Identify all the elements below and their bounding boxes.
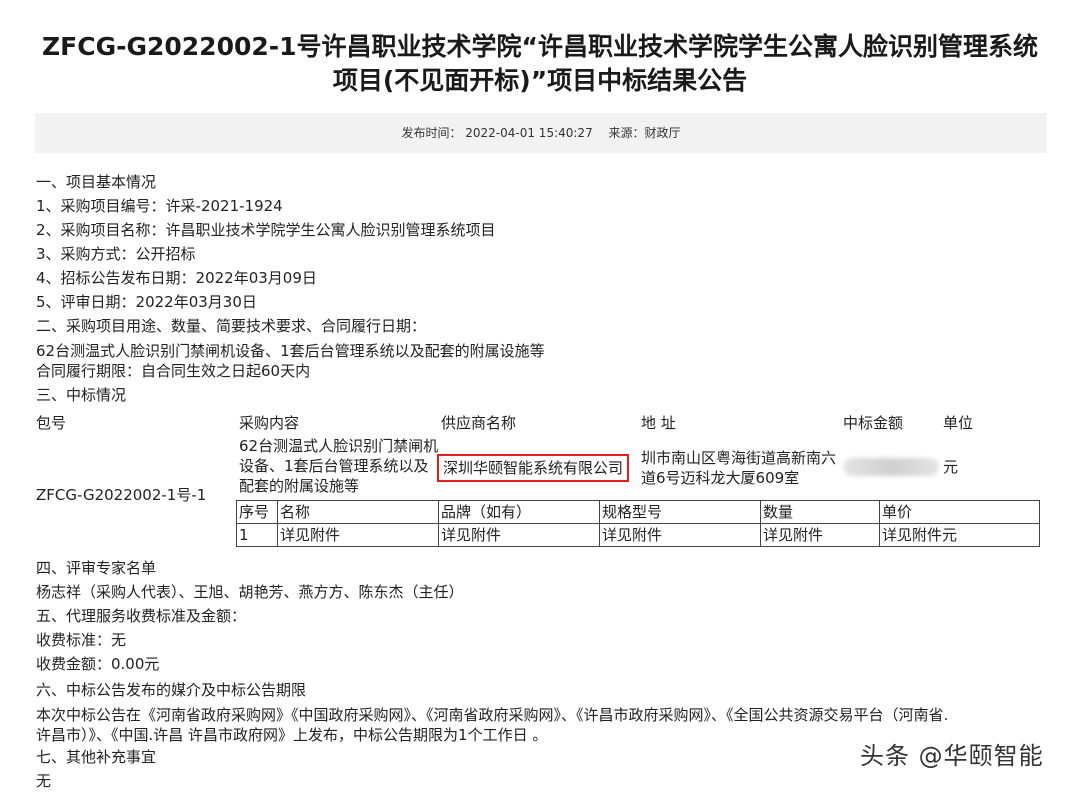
award-content: 62台测温式人脸识别门禁闸机设备、1套后台管理系统以及配套的附属设施等 (239, 437, 439, 495)
header-unit: 单位 (943, 414, 974, 432)
section-usage-title: 二、采购项目用途、数量、简要技术要求、合同履行日期： (36, 317, 427, 335)
items-table: 序号 名称 品牌（如有） 规格型号 数量 单价 1 详见附件 详见附件 详见附件… (236, 500, 1040, 547)
media-line-1: 本次中标公告在《河南省政府采购网》《中国政府采购网》、《河南省政府采购网》、《许… (36, 706, 949, 724)
td-qty: 详见附件 (760, 523, 880, 547)
project-name: 2、采购项目名称：许昌职业技术学院学生公寓人脸识别管理系统项目 (36, 221, 496, 239)
th-spec: 规格型号 (599, 500, 761, 524)
header-package: 包号 (36, 414, 67, 432)
notice-date: 4、招标公告发布日期：2022年03月09日 (36, 269, 317, 287)
section-media-title: 六、中标公告发布的媒介及中标公告期限 (36, 681, 307, 699)
th-index: 序号 (236, 500, 278, 524)
th-qty: 数量 (760, 500, 880, 524)
section-basic-title: 一、项目基本情况 (36, 173, 157, 191)
section-experts-title: 四、评审专家名单 (36, 559, 157, 577)
blurred-amount (843, 458, 939, 476)
td-spec: 详见附件 (599, 523, 761, 547)
section-award-title: 三、中标情况 (36, 386, 127, 404)
th-brand: 品牌（如有） (438, 500, 600, 524)
media-line-2: 许昌市）》、《中国.许昌 许昌市政府网》上发布，中标公告期限为1个工作日 。 (36, 726, 548, 744)
header-amount: 中标金额 (843, 414, 904, 432)
section-other-title: 七、其他补充事宜 (36, 748, 157, 766)
source-label: 来源：财政厅 (608, 126, 681, 140)
package-number: ZFCG-G2022002-1号-1 (36, 486, 207, 504)
publish-time: 发布时间： 2022-04-01 15:40:27 (401, 126, 593, 140)
header-content: 采购内容 (239, 414, 300, 432)
td-price: 详见附件元 (879, 523, 1040, 547)
table-row: 1 详见附件 详见附件 详见附件 详见附件 详见附件元 (236, 523, 1040, 547)
usage-description: 62台测温式人脸识别门禁闸机设备、1套后台管理系统以及配套的附属设施等 (36, 342, 545, 360)
th-name: 名称 (277, 500, 439, 524)
table-header-row: 序号 名称 品牌（如有） 规格型号 数量 单价 (236, 500, 1040, 524)
header-supplier: 供应商名称 (441, 414, 517, 432)
fee-standard: 收费标准：无 (36, 631, 127, 649)
publish-meta-bar: 发布时间： 2022-04-01 15:40:27 来源：财政厅 (35, 113, 1047, 153)
watermark-label: 头条 @华颐智能 (860, 742, 1044, 770)
header-address: 地 址 (641, 414, 676, 432)
page-title: ZFCG-G2022002-1号许昌职业技术学院“许昌职业技术学院学生公寓人脸识… (42, 32, 1038, 95)
section-fee-title: 五、代理服务收费标准及金额： (36, 607, 247, 625)
amount-unit: 元 (943, 458, 959, 476)
experts-list: 杨志祥（采购人代表）、王旭、胡艳芳、燕方方、陈东杰（主任） (36, 583, 464, 601)
contract-period: 合同履行期限：自合同生效之日起60天内 (36, 362, 311, 380)
review-date: 5、评审日期：2022年03月30日 (36, 293, 257, 311)
procurement-method: 3、采购方式：公开招标 (36, 245, 196, 263)
td-index: 1 (236, 523, 278, 547)
other-value: 无 (36, 772, 52, 790)
supplier-address: 圳市南山区粤海街道高新南六道6号迈科龙大厦609室 (641, 449, 837, 487)
th-price: 单价 (879, 500, 1040, 524)
fee-amount: 收费金额：0.00元 (36, 655, 160, 673)
td-brand: 详见附件 (438, 523, 600, 547)
td-name: 详见附件 (277, 523, 439, 547)
winning-supplier: 深圳华颐智能系统有限公司 (437, 454, 630, 482)
project-number: 1、采购项目编号：许采-2021-1924 (36, 197, 283, 215)
